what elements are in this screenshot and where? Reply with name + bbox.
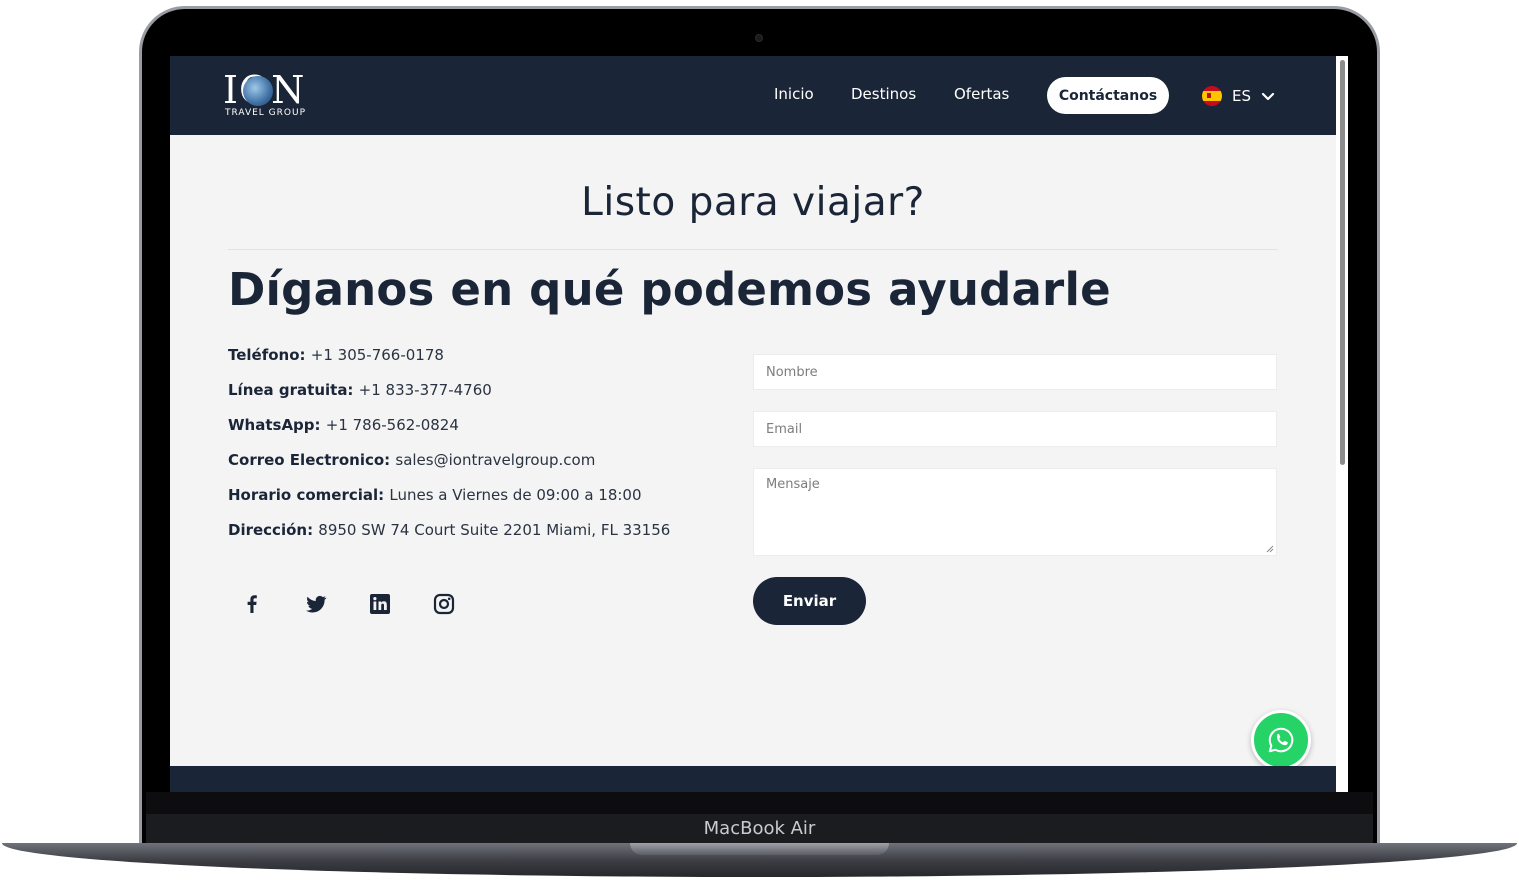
info-label: Dirección: [228, 521, 319, 539]
globe-icon [243, 76, 273, 106]
site-header: ION TRAVEL GROUP Inicio Destinos Ofertas… [170, 56, 1336, 135]
nav-link-inicio[interactable]: Inicio [774, 85, 814, 103]
info-label: Correo Electronico: [228, 451, 396, 469]
whatsapp-icon [1268, 727, 1294, 753]
message-field[interactable]: Mensaje [753, 468, 1277, 556]
logo-subtitle: TRAVEL GROUP [225, 108, 307, 118]
contact-info-tollfree: Línea gratuita: +1 833-377-4760 [228, 381, 728, 416]
email-field[interactable]: Email [753, 411, 1277, 447]
resize-handle-icon[interactable] [1266, 545, 1274, 553]
instagram-icon[interactable] [432, 592, 456, 616]
scrollbar[interactable] [1336, 56, 1348, 792]
contact-info-address: Dirección: 8950 SW 74 Court Suite 2201 M… [228, 521, 728, 556]
browser-viewport: ION TRAVEL GROUP Inicio Destinos Ofertas… [170, 56, 1348, 792]
message-placeholder: Mensaje [766, 477, 820, 492]
camera-icon [755, 34, 763, 42]
footer-band [170, 766, 1336, 792]
info-label: Horario comercial: [228, 486, 390, 504]
linkedin-icon[interactable] [368, 592, 392, 616]
scrollbar-thumb[interactable] [1340, 60, 1345, 465]
twitter-icon[interactable] [304, 592, 328, 616]
nav-link-destinos[interactable]: Destinos [851, 85, 916, 103]
facebook-icon[interactable] [240, 592, 264, 616]
info-value: Lunes a Viernes de 09:00 a 18:00 [389, 486, 642, 504]
whatsapp-button[interactable] [1251, 710, 1311, 770]
language-selector[interactable]: ES [1202, 85, 1275, 107]
contact-button[interactable]: Contáctanos [1047, 77, 1169, 114]
info-value: +1 305-766-0178 [310, 346, 444, 364]
nav-link-ofertas[interactable]: Ofertas [954, 85, 1009, 103]
contact-info-list: Teléfono: +1 305-766-0178 Línea gratuita… [228, 346, 728, 556]
contact-info-whatsapp: WhatsApp: +1 786-562-0824 [228, 416, 728, 451]
name-field[interactable]: Nombre [753, 354, 1277, 390]
info-value: sales@iontravelgroup.com [395, 451, 596, 469]
info-value: +1 833-377-4760 [358, 381, 492, 399]
logo[interactable]: ION TRAVEL GROUP [223, 70, 313, 120]
info-value: 8950 SW 74 Court Suite 2201 Miami, FL 33… [318, 521, 671, 539]
spain-flag-icon [1202, 86, 1222, 106]
laptop-base-notch [630, 843, 889, 855]
submit-button[interactable]: Enviar [753, 577, 866, 625]
info-value: +1 786-562-0824 [325, 416, 459, 434]
contact-info-email: Correo Electronico: sales@iontravelgroup… [228, 451, 728, 486]
contact-info-hours: Horario comercial: Lunes a Viernes de 09… [228, 486, 728, 521]
contact-info-phone: Teléfono: +1 305-766-0178 [228, 346, 728, 381]
social-links [240, 592, 456, 616]
divider [228, 249, 1278, 250]
info-label: Teléfono: [228, 346, 311, 364]
section-eyebrow: Listo para viajar? [581, 180, 925, 225]
chevron-down-icon [1261, 92, 1275, 101]
info-label: Línea gratuita: [228, 381, 359, 399]
page-title: Díganos en qué podemos ayudarle [228, 263, 1111, 316]
device-brand-label: MacBook Air [703, 818, 816, 839]
language-code: ES [1232, 87, 1251, 105]
info-label: WhatsApp: [228, 416, 326, 434]
